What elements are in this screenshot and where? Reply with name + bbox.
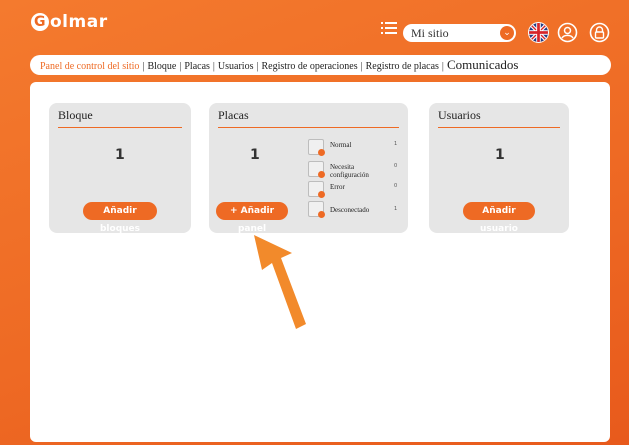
nav-separator: | (142, 61, 145, 72)
status-necesita-configuracion: Necesita configuración 0 (308, 161, 398, 183)
status-count: 0 (394, 183, 398, 189)
usuarios-count: 1 (495, 147, 505, 163)
status-label: Necesita configuración (330, 163, 369, 179)
list-menu-icon[interactable] (381, 21, 397, 35)
card-divider (218, 127, 399, 128)
placas-card-title: Placas (218, 108, 249, 122)
tab-registro-operaciones[interactable]: Registro de operaciones (262, 57, 358, 77)
site-select[interactable]: Mi sitio ⌄ (403, 24, 516, 42)
status-label: Normal (330, 141, 352, 149)
top-bar: Golmar Mi sitio ⌄ (0, 0, 629, 50)
status-count: 1 (394, 141, 398, 147)
tab-usuarios[interactable]: Usuarios (218, 57, 254, 77)
panel-normal-icon (308, 139, 325, 156)
nav-separator: | (256, 61, 259, 72)
bloque-card: Bloque 1 Añadir bloques (49, 103, 191, 234)
status-count: 1 (394, 206, 398, 212)
panel-disconnected-icon (308, 201, 325, 218)
add-usuario-button[interactable]: Añadir usuario (463, 202, 535, 234)
nav-separator: | (441, 61, 444, 72)
logout-icon[interactable] (589, 22, 610, 43)
tab-comunicados[interactable]: Comunicados (447, 55, 519, 75)
usuarios-card: Usuarios 1 Añadir usuario (429, 103, 569, 234)
site-select-value: Mi sitio (411, 26, 449, 40)
tab-panel-de-control[interactable]: Panel de control del sitio (40, 57, 139, 77)
tab-placas[interactable]: Placas (184, 57, 210, 77)
site-nav-bar: Panel de control del sitio | Bloque | Placas… (30, 55, 611, 75)
status-label: Desconectado (330, 206, 370, 214)
placas-card: Placas 1 Normal 1 Necesita configuración… (209, 103, 408, 234)
status-label: Error (330, 183, 345, 191)
bloque-card-title: Bloque (58, 108, 93, 122)
chevron-down-icon: ⌄ (500, 26, 514, 40)
card-divider (438, 127, 560, 128)
status-error: Error 0 (308, 181, 398, 199)
bloque-count: 1 (115, 147, 125, 163)
status-count: 0 (394, 163, 398, 169)
nav-separator: | (179, 61, 182, 72)
tab-registro-placas[interactable]: Registro de placas (366, 57, 439, 77)
uk-flag-icon[interactable] (528, 22, 549, 43)
status-normal: Normal 1 (308, 139, 398, 157)
arrow-up-icon (254, 235, 306, 329)
user-icon[interactable] (557, 22, 578, 43)
logo-text: olmar (50, 12, 108, 32)
panel-config-icon (308, 161, 325, 178)
panel-error-icon (308, 181, 325, 198)
dashboard-content: Bloque 1 Añadir bloques Placas 1 Normal … (30, 82, 610, 442)
golmar-logo[interactable]: Golmar (31, 12, 108, 32)
add-panel-button[interactable]: + Añadir panel (216, 202, 288, 234)
placas-count: 1 (250, 147, 260, 163)
add-bloque-button[interactable]: Añadir bloques (83, 202, 157, 234)
tab-bloque[interactable]: Bloque (147, 57, 176, 77)
nav-separator: | (360, 61, 363, 72)
status-desconectado: Desconectado 1 (308, 201, 398, 219)
logo-mark: G (31, 13, 49, 31)
card-divider (58, 127, 182, 128)
nav-separator: | (212, 61, 215, 72)
usuarios-card-title: Usuarios (438, 108, 481, 122)
